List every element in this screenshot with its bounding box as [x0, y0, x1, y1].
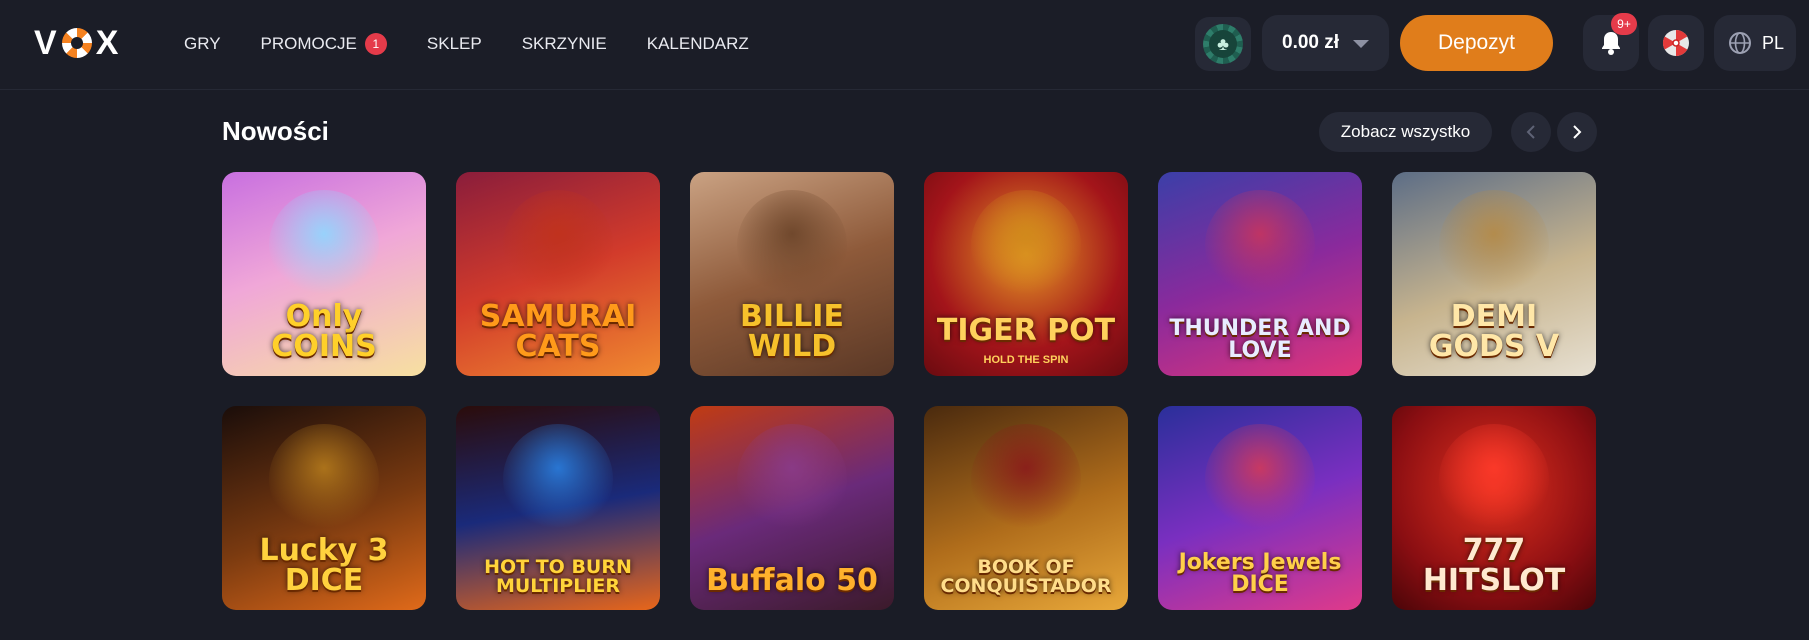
game-title: Buffalo 50: [706, 563, 878, 598]
game-tile[interactable]: SAMURAI CATS: [456, 172, 660, 376]
game-title: HOT TO BURN MULTIPLIER: [484, 556, 632, 597]
game-tile[interactable]: BOOK OF CONQUISTADOR: [924, 406, 1128, 610]
game-tile[interactable]: Buffalo 50: [690, 406, 894, 610]
club-chip-icon: ♣: [1203, 24, 1243, 64]
globe-icon: [1729, 32, 1751, 54]
game-title: BILLIE WILD: [740, 299, 844, 364]
game-artwork: [737, 424, 847, 534]
game-artwork: [737, 190, 847, 300]
see-all-button[interactable]: Zobacz wszystko: [1319, 112, 1492, 152]
section-title: Nowości: [222, 116, 329, 146]
game-tile[interactable]: BILLIE WILD: [690, 172, 894, 376]
game-tile[interactable]: Lucky 3 DICE: [222, 406, 426, 610]
game-title: THUNDER AND LOVE: [1169, 316, 1351, 363]
deposit-button[interactable]: Depozyt: [1400, 15, 1553, 71]
game-title: SAMURAI CATS: [479, 299, 637, 364]
game-tile[interactable]: 777 HITSLOT: [1392, 406, 1596, 610]
game-artwork: [1205, 190, 1315, 300]
game-tile[interactable]: DEMI GODS V: [1392, 172, 1596, 376]
nav-item-sklep[interactable]: SKLEP: [427, 34, 482, 54]
game-title: TIGER POT: [936, 313, 1116, 348]
main-nav: GRY PROMOCJE 1 SKLEP SKRZYNIE KALENDARZ: [184, 0, 789, 88]
balance-value: 0.00 zł: [1282, 32, 1340, 53]
top-header: VX GRY PROMOCJE 1 SKLEP SKRZYNIE KALENDA…: [0, 0, 1809, 90]
game-title: Lucky 3 DICE: [259, 533, 389, 598]
carousel-prev-button[interactable]: [1511, 112, 1551, 152]
chevron-right-icon: [1573, 125, 1582, 139]
game-artwork: [503, 190, 613, 300]
game-artwork: [503, 424, 613, 534]
notifications-badge: 9+: [1611, 13, 1637, 35]
game-title: 777 HITSLOT: [1422, 533, 1566, 598]
game-artwork: [269, 190, 379, 300]
language-selector[interactable]: PL: [1714, 15, 1796, 71]
game-artwork: [269, 424, 379, 534]
game-subtitle: HOLD THE SPIN: [983, 354, 1069, 366]
vox-logo[interactable]: VX: [34, 24, 119, 62]
chevron-left-icon: [1526, 125, 1535, 139]
game-title: Jokers Jewels DICE: [1178, 550, 1342, 597]
balance-dropdown[interactable]: 0.00 zł: [1262, 15, 1389, 71]
notifications-button[interactable]: 9+: [1583, 13, 1639, 71]
game-title: Only COINS: [271, 299, 377, 364]
game-tile[interactable]: TIGER POT HOLD THE SPIN: [924, 172, 1128, 376]
nav-item-kalendarz[interactable]: KALENDARZ: [647, 34, 749, 54]
game-title: BOOK OF CONQUISTADOR: [940, 556, 1112, 597]
game-tile[interactable]: Jokers Jewels DICE: [1158, 406, 1362, 610]
promocje-count-badge: 1: [364, 33, 387, 55]
chevron-down-icon: [1353, 40, 1369, 48]
game-artwork: [1439, 424, 1549, 534]
game-tile[interactable]: THUNDER AND LOVE: [1158, 172, 1362, 376]
game-artwork: [971, 190, 1081, 300]
language-code: PL: [1762, 32, 1785, 53]
fortune-wheel-button[interactable]: [1648, 15, 1704, 71]
casino-chip-button[interactable]: ♣: [1195, 17, 1251, 71]
fortune-wheel-icon: [1662, 29, 1689, 57]
logo-chip-icon: [61, 28, 92, 58]
nav-item-gry[interactable]: GRY: [184, 34, 221, 54]
game-title: DEMI GODS V: [1428, 299, 1560, 364]
game-tile[interactable]: Only COINS: [222, 172, 426, 376]
game-tile[interactable]: HOT TO BURN MULTIPLIER: [456, 406, 660, 610]
game-artwork: [971, 424, 1081, 534]
game-artwork: [1205, 424, 1315, 534]
games-grid: Only COINS SAMURAI CATS BILLIE WILD TIGER P…: [222, 172, 1598, 610]
carousel-next-button[interactable]: [1557, 112, 1597, 152]
game-artwork: [1439, 190, 1549, 300]
nav-item-skrzynie[interactable]: SKRZYNIE: [522, 34, 607, 54]
nav-item-promocje[interactable]: PROMOCJE 1: [261, 33, 387, 55]
